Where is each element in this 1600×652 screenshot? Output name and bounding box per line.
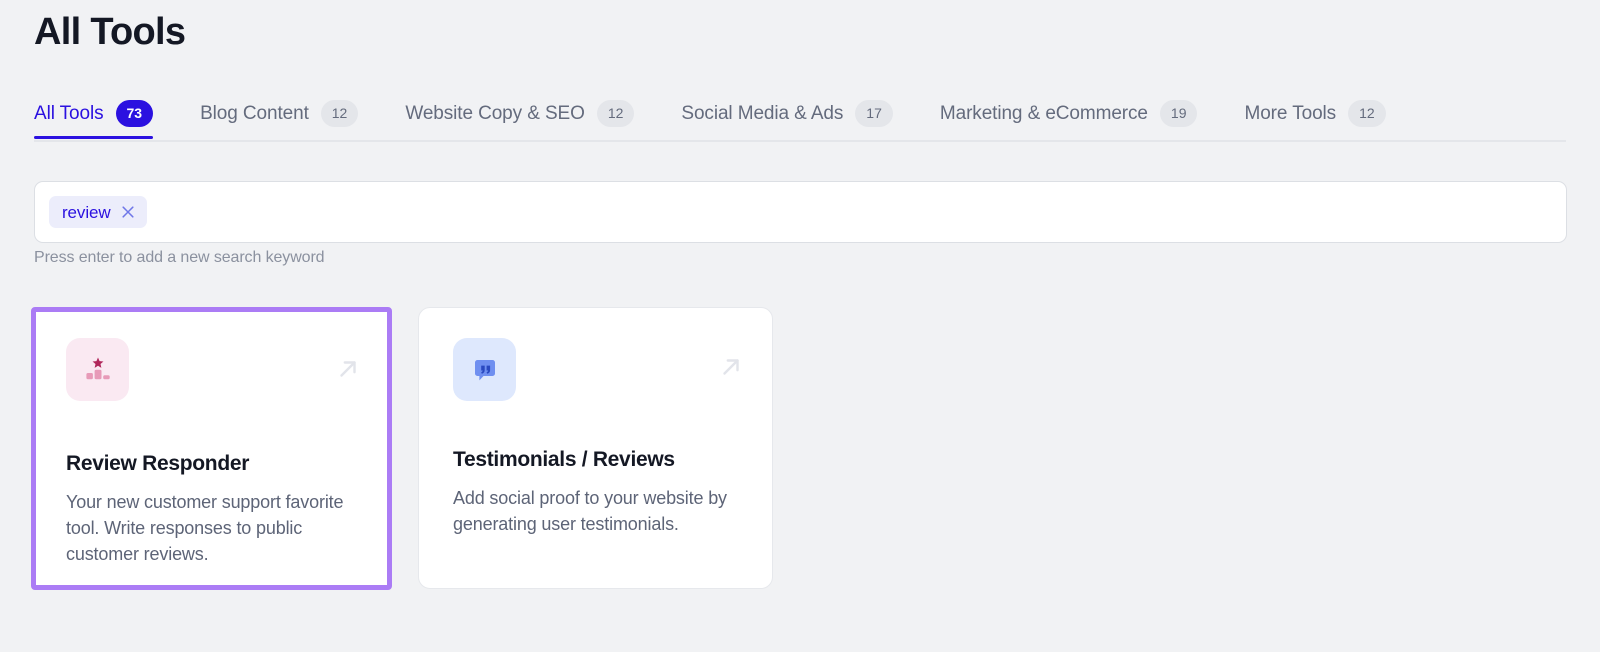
tab-label: All Tools (34, 102, 104, 124)
tab-label: Social Media & Ads (681, 102, 844, 124)
tab-marketing-ecommerce[interactable]: Marketing & eCommerce 19 (940, 88, 1198, 139)
search-hint: Press enter to add a new search keyword (34, 249, 325, 266)
tab-badge: 12 (1348, 100, 1386, 127)
tab-more-tools[interactable]: More Tools 12 (1244, 88, 1386, 139)
keyword-chip-review[interactable]: review (49, 196, 147, 228)
page-title: All Tools (34, 11, 186, 53)
tab-badge: 12 (320, 100, 359, 127)
tabs-bar: All Tools 73 Blog Content 12 Website Cop… (0, 88, 1600, 142)
tab-label: Blog Content (200, 102, 309, 124)
podium-star-icon (66, 338, 129, 401)
tab-badge: 12 (596, 100, 635, 127)
close-icon[interactable] (120, 204, 136, 220)
tabs-list: All Tools 73 Blog Content 12 Website Cop… (34, 88, 1386, 142)
tab-blog-content[interactable]: Blog Content 12 (200, 88, 359, 139)
tab-all-tools[interactable]: All Tools 73 (34, 88, 154, 139)
tool-card-review-responder[interactable]: Review Responder Your new customer suppo… (31, 307, 392, 590)
search-input[interactable]: review (34, 181, 1567, 243)
tool-card-title: Testimonials / Reviews (453, 448, 675, 471)
tool-card-grid: Review Responder Your new customer suppo… (31, 307, 773, 590)
arrow-up-right-icon[interactable] (335, 356, 361, 382)
quote-bubble-icon (453, 338, 516, 401)
tab-label: More Tools (1244, 102, 1337, 124)
tab-label: Marketing & eCommerce (939, 102, 1148, 124)
tool-card-title: Review Responder (66, 452, 250, 475)
keyword-chip-label: review (62, 202, 111, 222)
tool-card-description: Add social proof to your website by gene… (453, 488, 727, 534)
tool-card-testimonials-reviews[interactable]: Testimonials / Reviews Add social proof … (418, 307, 773, 589)
tab-social-media-ads[interactable]: Social Media & Ads 17 (681, 88, 893, 139)
tab-badge: 73 (115, 100, 154, 127)
tab-website-copy-seo[interactable]: Website Copy & SEO 12 (405, 88, 635, 139)
tool-card-description: Your new customer support favorite tool.… (66, 492, 344, 564)
tab-badge: 17 (855, 100, 893, 127)
tab-label: Website Copy & SEO (405, 102, 585, 124)
arrow-up-right-icon[interactable] (718, 354, 744, 380)
tab-badge: 19 (1159, 100, 1198, 127)
all-tools-page: All Tools All Tools 73 Blog Content 12 W… (0, 0, 1600, 652)
